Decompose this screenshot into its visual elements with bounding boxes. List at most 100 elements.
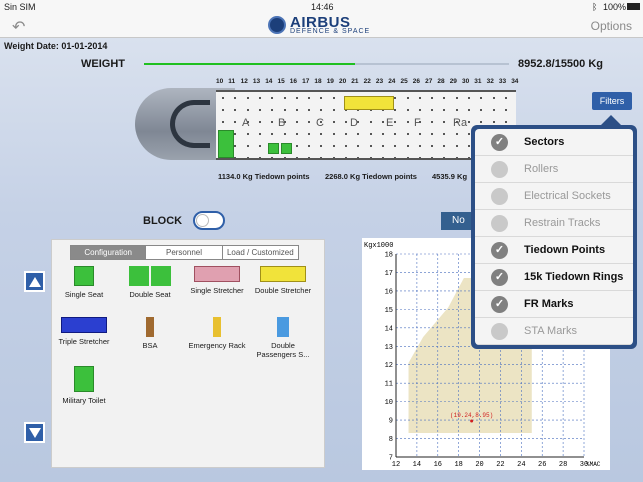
palette-bsa[interactable]: BSA [118, 317, 182, 350]
no-button[interactable]: No [441, 212, 471, 230]
frame-number: 11 [228, 78, 236, 85]
tiedown-point [455, 157, 458, 159]
placed-seat-2[interactable] [281, 143, 292, 154]
filter-row-restrain-tracks[interactable]: Restrain Tracks [475, 210, 633, 237]
palette-item-label: Emergency Rack [188, 341, 246, 350]
frame-number: 25 [400, 78, 408, 85]
x-tick-label: 14 [413, 461, 421, 469]
scroll-up-button[interactable] [24, 271, 45, 292]
tiedown-point [381, 133, 384, 135]
tiedown-legend-4535: 4535.9 Kg [432, 172, 468, 181]
tiedown-point [320, 109, 323, 111]
filter-label: Sectors [524, 136, 565, 148]
tiedown-point [283, 157, 286, 159]
tiedown-point [320, 121, 323, 123]
filter-label: 15k Tiedown Rings [524, 271, 624, 283]
tiedown-point [480, 121, 483, 123]
tiedown-point [308, 109, 311, 111]
tiedown-point [295, 133, 298, 135]
tiedown-point [246, 145, 249, 147]
tiedown-point [394, 97, 397, 99]
frame-number: 26 [412, 78, 421, 85]
filter-row-tiedown-points[interactable]: ✓ Tiedown Points [475, 237, 633, 264]
tiedown-point [455, 145, 458, 147]
tiedown-point [271, 157, 274, 159]
filter-row-electrical-sockets[interactable]: Electrical Sockets [475, 183, 633, 210]
tiedown-point [332, 97, 335, 99]
x-tick-label: 20 [475, 461, 483, 469]
tiedown-point [283, 97, 286, 99]
tiedown-point [357, 121, 360, 123]
frame-number: 27 [425, 78, 433, 85]
tiedown-point [308, 121, 311, 123]
tiedown-point [234, 157, 237, 159]
tiedown-point [332, 109, 335, 111]
options-button[interactable]: Options [591, 19, 632, 33]
placed-military-toilet[interactable] [218, 130, 234, 158]
tiedown-point [332, 133, 335, 135]
filter-row-sectors[interactable]: ✓ Sectors [475, 129, 633, 156]
palette-double-seat[interactable]: Double Seat [118, 266, 182, 299]
double-passenger-seat-icon [277, 317, 289, 337]
unchecked-circle-icon [491, 188, 508, 205]
scroll-down-button[interactable] [24, 422, 45, 443]
tiedown-point [271, 109, 274, 111]
palette-military-toilet[interactable]: Military Toilet [52, 366, 116, 405]
palette-single-stretcher[interactable]: Single Stretcher [185, 266, 249, 295]
aircraft-layout[interactable]: 10 11 12 13 14 15 16 17 18 19 20 21 22 23 24 25 26 27 28 29… [130, 78, 520, 178]
tiedown-point [443, 157, 446, 159]
frame-number: 20 [339, 78, 347, 85]
palette-item-label: Double Stretcher [254, 286, 312, 295]
tiedown-point [357, 157, 360, 159]
tiedown-point [258, 145, 261, 147]
tiedown-point [357, 145, 360, 147]
tiedown-point [455, 133, 458, 135]
palette-item-label: Triple Stretcher [58, 337, 110, 346]
tiedown-point [234, 121, 237, 123]
tiedown-point [480, 97, 483, 99]
palette-item-label: Double Seat [129, 290, 171, 299]
placed-double-stretcher[interactable] [344, 96, 394, 110]
palette-emergency-rack[interactable]: Emergency Rack [185, 317, 249, 350]
tiedown-legend-2268: 2268.0 Kg Tiedown points [325, 172, 417, 181]
tiedown-point [406, 109, 409, 111]
tiedown-point [295, 145, 298, 147]
checkmark-icon: ✓ [491, 269, 508, 286]
tiedown-point [222, 109, 224, 111]
back-arrow-icon[interactable]: ↶ [12, 17, 25, 37]
palette-double-stretcher[interactable]: Double Stretcher [251, 266, 315, 295]
filter-row-rollers[interactable]: Rollers [475, 156, 633, 183]
bluetooth-icon: ᛒ [592, 2, 598, 12]
filter-row-sta-marks[interactable]: STA Marks [475, 318, 633, 345]
frame-number: 18 [314, 78, 322, 85]
weight-value: 8952.8/15500 Kg [518, 58, 604, 70]
tiedown-point [246, 109, 249, 111]
tab-configuration[interactable]: Configuration [71, 246, 147, 259]
tiedown-point [345, 133, 347, 135]
filter-row-fr-marks[interactable]: ✓ FR Marks [475, 291, 633, 318]
x-tick-label: 24 [517, 461, 525, 469]
tab-load-customized[interactable]: Load / Customized [222, 246, 298, 259]
placed-seat-1[interactable] [268, 143, 279, 154]
block-toggle[interactable] [193, 211, 225, 230]
tiedown-point [443, 145, 446, 147]
filters-popover: ✓ Sectors Rollers Electrical Sockets Restrai… [471, 125, 637, 349]
tiedown-point [283, 109, 286, 111]
filters-button[interactable]: Filters [592, 92, 632, 110]
y-tick-label: 10 [385, 399, 393, 407]
palette-triple-stretcher[interactable]: Triple Stretcher [52, 317, 116, 346]
triangle-up-icon [29, 277, 41, 287]
sector-label: B [278, 117, 286, 129]
palette-single-seat[interactable]: Single Seat [52, 266, 116, 299]
tiedown-point [283, 121, 286, 123]
palette-double-passenger-seat[interactable]: Double Passengers S... [251, 317, 315, 359]
frame-number: 33 [498, 78, 507, 85]
frame-number: 31 [474, 78, 482, 85]
sector-label: F [414, 117, 421, 129]
weight-bar [144, 63, 509, 65]
filter-row-15k-tiedown-rings[interactable]: ✓ 15k Tiedown Rings [475, 264, 633, 291]
tiedown-point [222, 121, 224, 123]
tiedown-point [222, 97, 224, 99]
tab-personnel[interactable]: Personnel [146, 246, 223, 259]
frame-number: 29 [449, 78, 457, 85]
